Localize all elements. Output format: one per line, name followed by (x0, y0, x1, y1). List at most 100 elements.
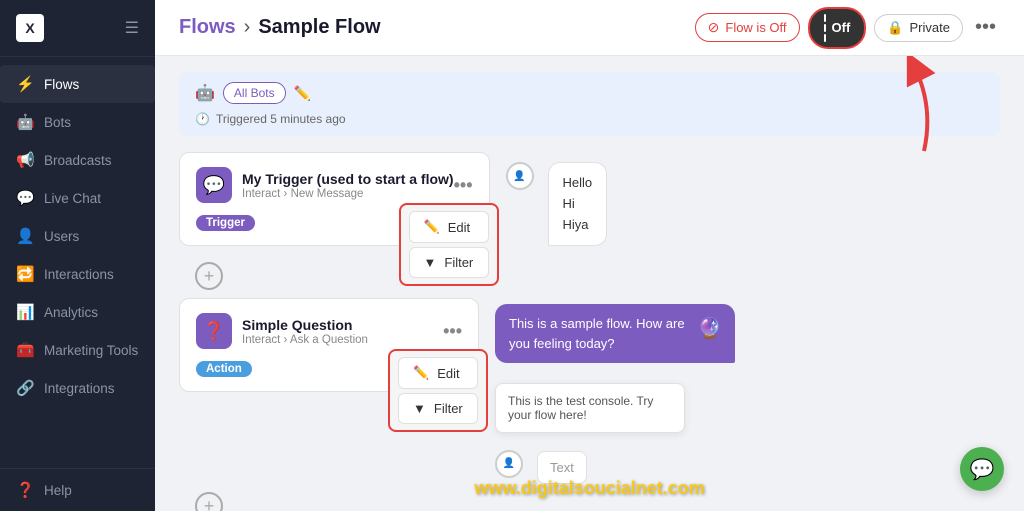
help-icon: ❓ (16, 481, 34, 499)
toggle-button[interactable]: Off (808, 7, 867, 49)
sidebar-logo: X ☰ (0, 0, 155, 57)
sidebar-item-label: Marketing Tools (44, 343, 138, 358)
question-node-title: Simple Question (242, 317, 368, 333)
hamburger-icon[interactable]: ☰ (125, 18, 139, 38)
toggle-label: Off (832, 20, 851, 35)
sidebar-item-bots[interactable]: 🤖 Bots (0, 103, 155, 141)
chat-fab-button[interactable]: 💬 (960, 447, 1004, 491)
main-content: Flows › Sample Flow ⊘ Flow is Off Off 🔒 … (155, 0, 1024, 511)
edit-button-2[interactable]: ✏️ Edit (398, 357, 478, 389)
sidebar-item-label: Bots (44, 115, 71, 130)
flow-status-badge: ⊘ Flow is Off (695, 13, 800, 42)
sent-message: This is a sample flow. How are you feeli… (509, 314, 689, 353)
bot-bar: 🤖 All Bots ✏️ 🕐 Triggered 5 minutes ago (179, 72, 1000, 136)
trigger-node-title: My Trigger (used to start a flow) (242, 171, 454, 187)
sidebar-item-flows[interactable]: ⚡ Flows (0, 65, 155, 103)
trigger-node: 💬 My Trigger (used to start a flow) Inte… (179, 152, 490, 246)
sidebar-item-label: Flows (44, 77, 79, 92)
plus-connector-2[interactable]: + (195, 492, 223, 511)
breadcrumb: Flows › Sample Flow (179, 16, 381, 39)
toggle-lines-icon (824, 14, 826, 42)
sidebar-item-live-chat[interactable]: 💬 Live Chat (0, 179, 155, 217)
question-popup: ✏️ Edit ▼ Filter (388, 349, 488, 432)
trigger-node-icon: 💬 (196, 167, 232, 203)
text-input-bubble: Text (537, 451, 587, 484)
sidebar-item-users[interactable]: 👤 Users (0, 217, 155, 255)
triggered-label: Triggered 5 minutes ago (216, 112, 346, 126)
filter-icon-2: ▼ (413, 401, 426, 416)
sidebar-item-label: Analytics (44, 305, 98, 320)
bot-bar-row: 🤖 All Bots ✏️ (195, 82, 346, 104)
pencil-icon: ✏️ (424, 219, 440, 235)
plus-connector-1[interactable]: + (195, 262, 223, 290)
filter-button-2[interactable]: ▼ Filter (398, 393, 478, 424)
filter-label: Filter (444, 255, 473, 270)
text-placeholder: Text (550, 460, 574, 475)
users-icon: 👤 (16, 227, 34, 245)
interactions-icon: 🔁 (16, 265, 34, 283)
analytics-icon: 📊 (16, 303, 34, 321)
sidebar-item-broadcasts[interactable]: 📢 Broadcasts (0, 141, 155, 179)
sidebar-item-analytics[interactable]: 📊 Analytics (0, 293, 155, 331)
question-chat-area: This is a sample flow. How are you feeli… (495, 304, 735, 484)
node-header: 💬 My Trigger (used to start a flow) Inte… (196, 167, 473, 203)
node-title-row: 💬 My Trigger (used to start a flow) Inte… (196, 167, 454, 203)
simple-question-node: ❓ Simple Question Interact › Ask a Quest… (179, 298, 479, 392)
edit-label: Edit (448, 220, 470, 235)
filter-label-2: Filter (434, 401, 463, 416)
clock-icon: 🕐 (195, 112, 210, 126)
edit-button[interactable]: ✏️ Edit (409, 211, 489, 243)
all-bots-tag[interactable]: All Bots (223, 82, 286, 104)
sidebar-nav: ⚡ Flows 🤖 Bots 📢 Broadcasts 💬 Live Chat … (0, 57, 155, 468)
bot-bar-content: 🤖 All Bots ✏️ 🕐 Triggered 5 minutes ago (195, 82, 346, 126)
sidebar-item-marketing-tools[interactable]: 🧰 Marketing Tools (0, 331, 155, 369)
help-item[interactable]: ❓ Help (16, 481, 139, 499)
sidebar-item-label: Integrations (44, 381, 115, 396)
marketing-tools-icon: 🧰 (16, 341, 34, 359)
sidebar-item-label: Broadcasts (44, 153, 112, 168)
live-chat-icon: 💬 (16, 189, 34, 207)
action-badge: Action (196, 361, 252, 377)
flow-area: 🤖 All Bots ✏️ 🕐 Triggered 5 minutes ago … (155, 56, 1024, 511)
sidebar-item-label: Users (44, 229, 79, 244)
node-text: My Trigger (used to start a flow) Intera… (242, 171, 454, 200)
sidebar-item-integrations[interactable]: 🔗 Integrations (0, 369, 155, 407)
sent-avatar-icon: 🔮 (697, 314, 721, 344)
page-title: Sample Flow (258, 16, 380, 39)
lock-icon: 🔒 (887, 20, 903, 36)
sidebar: X ☰ ⚡ Flows 🤖 Bots 📢 Broadcasts 💬 Live C… (0, 0, 155, 511)
sidebar-footer: ❓ Help (0, 468, 155, 511)
header: Flows › Sample Flow ⊘ Flow is Off Off 🔒 … (155, 0, 1024, 56)
chat-avatar: 👤 (506, 162, 534, 190)
text-input-row: 👤 Text (495, 443, 735, 484)
sidebar-item-label: Interactions (44, 267, 114, 282)
private-button[interactable]: 🔒 Private (874, 14, 963, 42)
flows-icon: ⚡ (16, 75, 34, 93)
node2-title-row: ❓ Simple Question Interact › Ask a Quest… (196, 313, 368, 349)
trigger-popup: ✏️ Edit ▼ Filter (399, 203, 499, 286)
question-node-icon: ❓ (196, 313, 232, 349)
flow-status-text: Flow is Off (725, 20, 786, 35)
bot-edit-icon[interactable]: ✏️ (294, 85, 311, 102)
bot-bar-icon: 🤖 (195, 83, 215, 103)
flow-status-icon: ⊘ (708, 19, 720, 36)
question-node-menu[interactable]: ••• (443, 321, 462, 342)
triggered-text: 🕐 Triggered 5 minutes ago (195, 112, 346, 126)
more-options-button[interactable]: ••• (971, 16, 1000, 39)
breadcrumb-separator: › (244, 16, 251, 39)
question-node-subtitle: Interact › Ask a Question (242, 334, 368, 346)
sidebar-item-interactions[interactable]: 🔁 Interactions (0, 255, 155, 293)
node2-header: ❓ Simple Question Interact › Ask a Quest… (196, 313, 462, 349)
sidebar-item-label: Live Chat (44, 191, 101, 206)
console-text: This is the test console. Try your flow … (508, 394, 653, 422)
breadcrumb-flows-link[interactable]: Flows (179, 16, 236, 39)
help-label: Help (44, 483, 72, 498)
node2-text: Simple Question Interact › Ask a Questio… (242, 317, 368, 346)
filter-button[interactable]: ▼ Filter (409, 247, 489, 278)
logo-icon: X (16, 14, 44, 42)
filter-icon: ▼ (424, 255, 437, 270)
integrations-icon: 🔗 (16, 379, 34, 397)
trigger-badge: Trigger (196, 215, 255, 231)
trigger-node-menu[interactable]: ••• (454, 175, 473, 196)
sent-bubble: This is a sample flow. How are you feeli… (495, 304, 735, 363)
